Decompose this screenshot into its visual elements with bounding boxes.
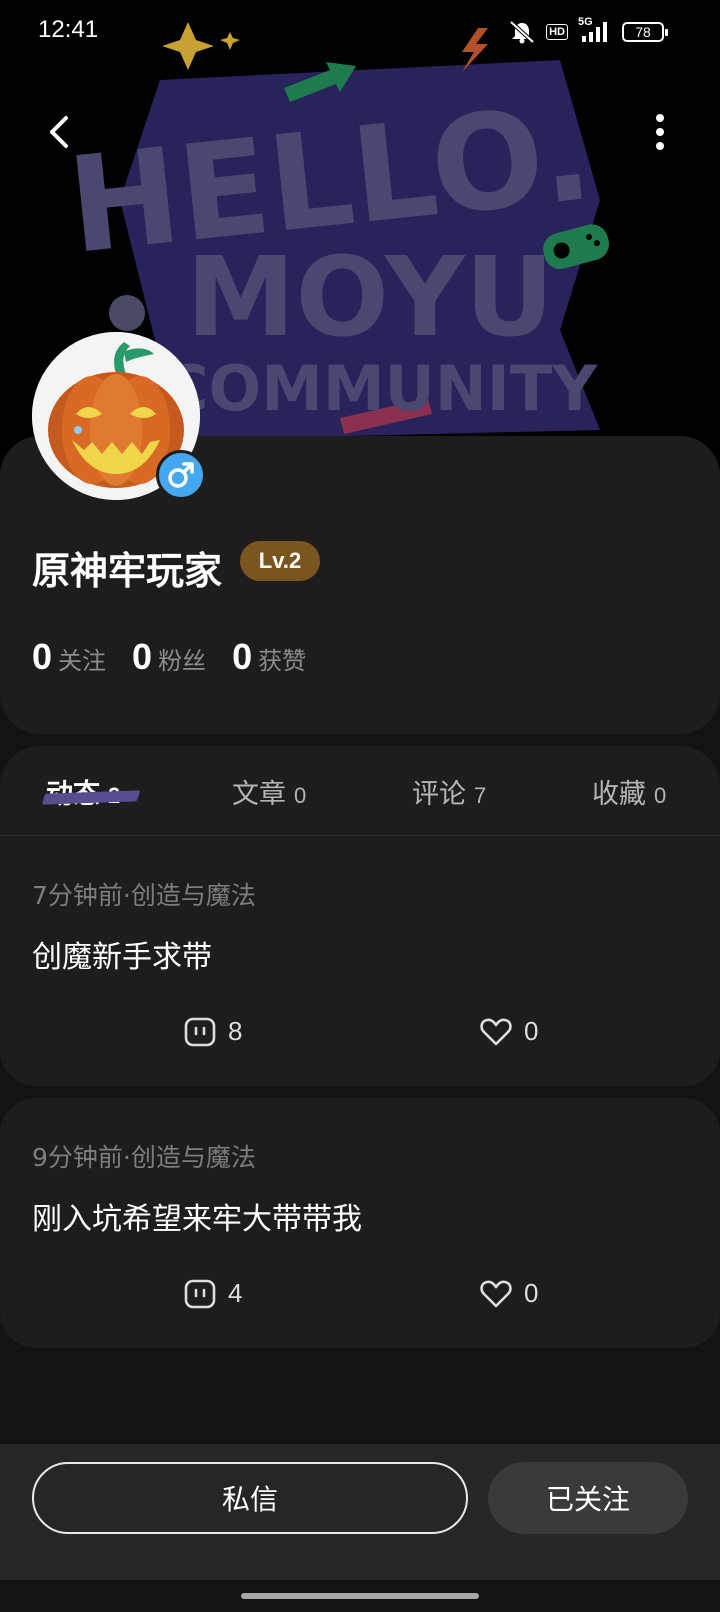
like-count: 0 <box>524 1016 539 1046</box>
tab-count: 0 <box>294 783 307 808</box>
tab-comments[interactable]: 评论 7 <box>412 772 486 811</box>
tab-count: 7 <box>474 783 487 808</box>
stat-followers[interactable]: 0 粉丝 <box>132 636 206 678</box>
stat-following[interactable]: 0 关注 <box>32 636 106 678</box>
stat-label: 粉丝 <box>158 647 207 675</box>
comment-icon <box>184 1017 216 1046</box>
status-time: 12:41 <box>38 16 99 43</box>
status-icons: HD 5G 78 <box>508 16 668 44</box>
tab-label: 收藏 <box>592 779 646 810</box>
mute-bell-icon <box>509 20 535 44</box>
message-button[interactable]: 私信 <box>32 1462 468 1534</box>
comment-icon <box>184 1279 216 1308</box>
battery-icon: 78 <box>622 22 668 42</box>
hd-icon: HD <box>546 24 568 40</box>
stat-value: 0 <box>32 636 53 677</box>
comment-count: 4 <box>228 1278 243 1308</box>
level-badge: Lv.2 <box>240 541 320 581</box>
post-title: 创魔新手求带 <box>32 940 212 975</box>
comment-count: 8 <box>228 1016 243 1046</box>
tab-count: 0 <box>654 783 667 808</box>
post-title: 刚入坑希望来牢大带带我 <box>32 1202 362 1237</box>
heart-icon <box>480 1018 512 1045</box>
stat-label: 关注 <box>58 647 107 675</box>
post-card[interactable]: 9分钟前·创造与魔法 刚入坑希望来牢大带带我 4 0 <box>0 1098 720 1348</box>
like-button[interactable]: 0 <box>480 1016 538 1047</box>
following-button[interactable]: 已关注 <box>488 1462 688 1534</box>
tab-favorites[interactable]: 收藏 0 <box>592 772 666 811</box>
home-indicator[interactable] <box>241 1593 479 1599</box>
stat-label: 获赞 <box>258 647 307 675</box>
stat-likes[interactable]: 0 获赞 <box>232 636 306 678</box>
like-button[interactable]: 0 <box>480 1278 538 1309</box>
post-card[interactable]: 7分钟前·创造与魔法 创魔新手求带 8 0 <box>0 836 720 1086</box>
comment-button[interactable]: 8 <box>184 1016 242 1047</box>
tab-label: 文章 <box>232 779 286 810</box>
bottom-action-bar: 私信 已关注 <box>0 1444 720 1580</box>
post-meta: 7分钟前·创造与魔法 <box>32 881 256 910</box>
more-options-button[interactable] <box>640 110 680 154</box>
like-count: 0 <box>524 1278 539 1308</box>
tab-label: 评论 <box>412 779 466 810</box>
gender-badge <box>156 450 206 500</box>
male-icon <box>168 462 194 488</box>
back-button[interactable] <box>40 108 80 156</box>
heart-icon <box>480 1280 512 1307</box>
stat-value: 0 <box>132 636 153 677</box>
profile-stats: 0 关注 0 粉丝 0 获赞 <box>32 636 306 678</box>
signal-icon: 5G <box>578 16 612 44</box>
status-bar: 12:41 HD 5G 78 <box>0 0 720 64</box>
banner-text-line2: MOYU <box>186 233 554 361</box>
chevron-left-icon <box>50 116 68 148</box>
post-meta: 9分钟前·创造与魔法 <box>32 1143 256 1172</box>
banner-text-line3: COMMUNITY <box>163 352 598 425</box>
comment-button[interactable]: 4 <box>184 1278 242 1309</box>
tab-articles[interactable]: 文章 0 <box>232 772 306 811</box>
username: 原神牢玩家 <box>32 549 223 593</box>
stat-value: 0 <box>232 636 253 677</box>
more-vertical-icon <box>656 114 664 150</box>
